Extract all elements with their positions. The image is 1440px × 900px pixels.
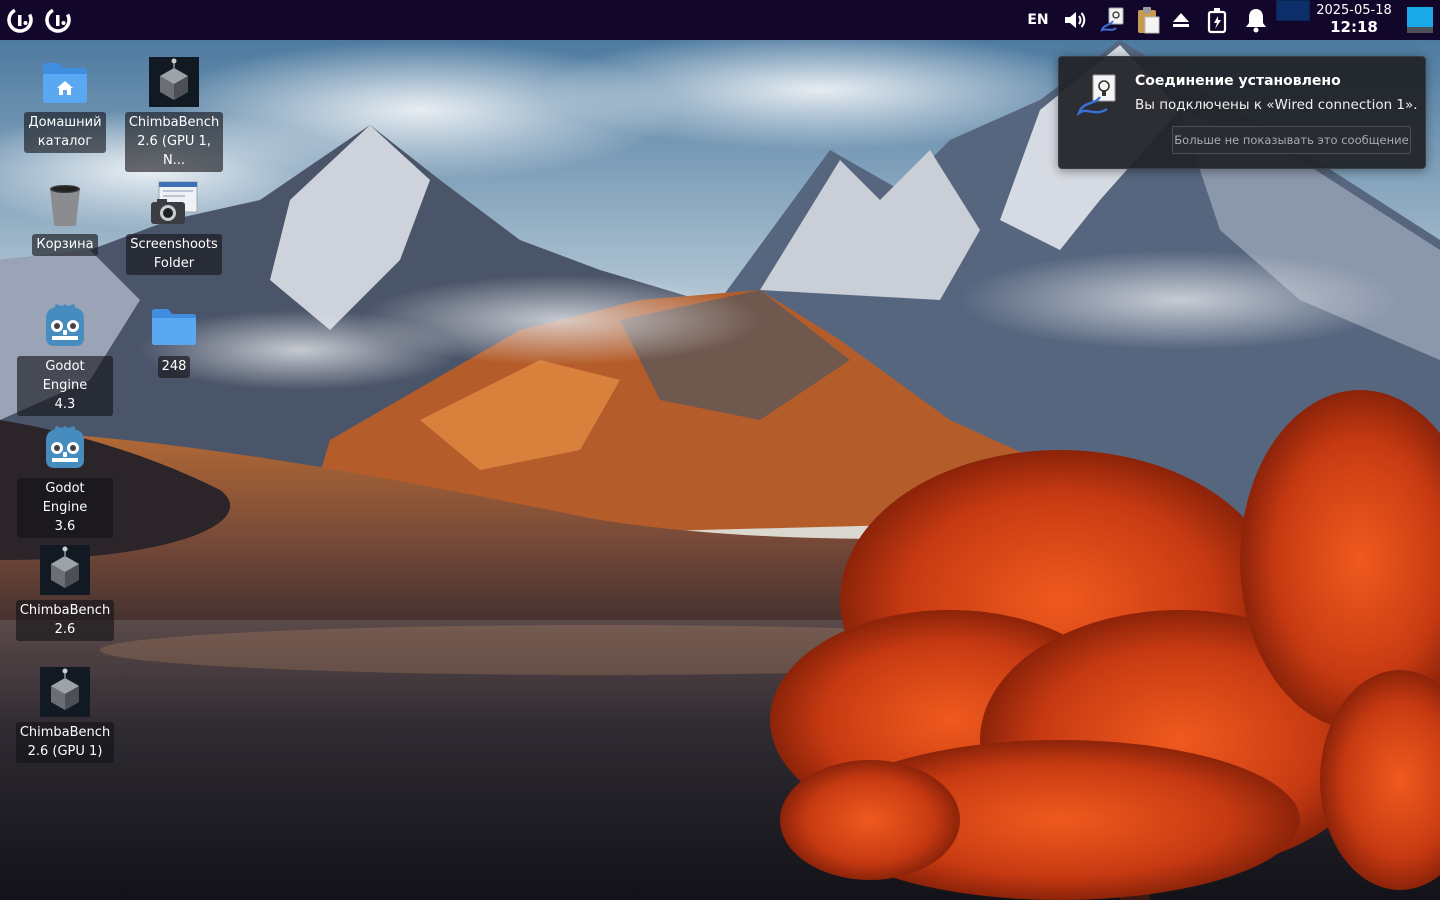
show-desktop-button[interactable]: [1406, 6, 1434, 34]
desktop-icon-godot-3-6[interactable]: Godot Engine 3.6: [17, 420, 113, 538]
desktop-icon-home[interactable]: Домашний каталог: [17, 54, 113, 153]
keyboard-layout-indicator[interactable]: EN: [1022, 0, 1054, 40]
app-launcher-button[interactable]: [42, 4, 74, 36]
desktop-icon-label: ChimbaBench 2.6 (GPU 1): [15, 722, 115, 763]
desktop-icon-label: Корзина: [32, 234, 98, 256]
folder-icon: [152, 309, 196, 345]
workspace-pager[interactable]: [1276, 0, 1310, 21]
notifications-button[interactable]: [1240, 0, 1272, 40]
top-panel: EN 2025-05-18 12:18: [0, 0, 1440, 40]
battery-icon: [1207, 8, 1227, 34]
eject-icon: [1173, 13, 1189, 27]
notification-title: Соединение установлено: [1135, 73, 1341, 89]
chimbabench-icon: [40, 545, 90, 595]
notification-body: Вы подключены к «Wired connection 1».: [1135, 97, 1418, 113]
clock-time: 12:18: [1330, 18, 1378, 36]
volume-icon: [1065, 12, 1086, 28]
desktop-icon-screenshoots-folder[interactable]: Screenshoots Folder: [126, 176, 222, 275]
desktop-icon-chimbabench-gpu1[interactable]: ChimbaBench 2.6 (GPU 1): [15, 664, 115, 763]
bell-icon: [1246, 9, 1266, 33]
godot-icon: [46, 426, 84, 468]
app-menu-button[interactable]: [4, 4, 36, 36]
desktop-icon-label: 248: [157, 356, 191, 378]
app-menu-icon: [7, 7, 33, 33]
eject-button[interactable]: [1168, 0, 1194, 40]
network-wired-icon: [1100, 7, 1124, 32]
desktop-icon-godot-4-3[interactable]: Godot Engine 4.3: [17, 298, 113, 416]
desktop-icon-label: Домашний каталог: [24, 112, 106, 153]
clipboard-button[interactable]: [1132, 0, 1164, 40]
desktop-icon-folder-248[interactable]: 248: [126, 298, 222, 378]
app-menu-icon: [45, 7, 71, 33]
keyboard-layout-label: EN: [1027, 12, 1049, 28]
battery-button[interactable]: [1202, 0, 1232, 40]
network-wired-icon: [1073, 73, 1121, 121]
network-notification[interactable]: Соединение установлено Вы подключены к «…: [1058, 56, 1426, 169]
godot-icon: [46, 304, 84, 346]
desktop-icon-trash[interactable]: Корзина: [17, 176, 113, 256]
desktop-icon-label: Godot Engine 4.3: [17, 356, 113, 416]
clock[interactable]: 2025-05-18 12:18: [1312, 2, 1396, 36]
chimbabench-icon: [149, 57, 199, 107]
trash-icon: [50, 185, 80, 226]
chimbabench-icon: [40, 667, 90, 717]
dont-show-again-button[interactable]: Больше не показывать это сообщение: [1172, 126, 1411, 154]
desktop-icon-label: Godot Engine 3.6: [17, 478, 113, 538]
volume-button[interactable]: [1060, 0, 1090, 40]
screenshot-camera-icon: [151, 181, 198, 224]
network-button[interactable]: [1096, 0, 1128, 40]
show-desktop-icon: [1407, 7, 1433, 33]
desktop-icon-chimbabench-gpu1-n[interactable]: ChimbaBench 2.6 (GPU 1, N...: [124, 54, 224, 172]
clock-date: 2025-05-18: [1316, 3, 1392, 18]
desktop-icon-label: Screenshoots Folder: [126, 234, 222, 275]
desktop-icon-label: ChimbaBench 2.6 (GPU 1, N...: [124, 112, 224, 172]
desktop-icon-chimbabench-2-6[interactable]: ChimbaBench 2.6: [15, 542, 115, 641]
desktop-icon-label: ChimbaBench 2.6: [15, 600, 115, 641]
home-folder-icon: [43, 63, 87, 103]
clipboard-icon: [1138, 7, 1160, 34]
